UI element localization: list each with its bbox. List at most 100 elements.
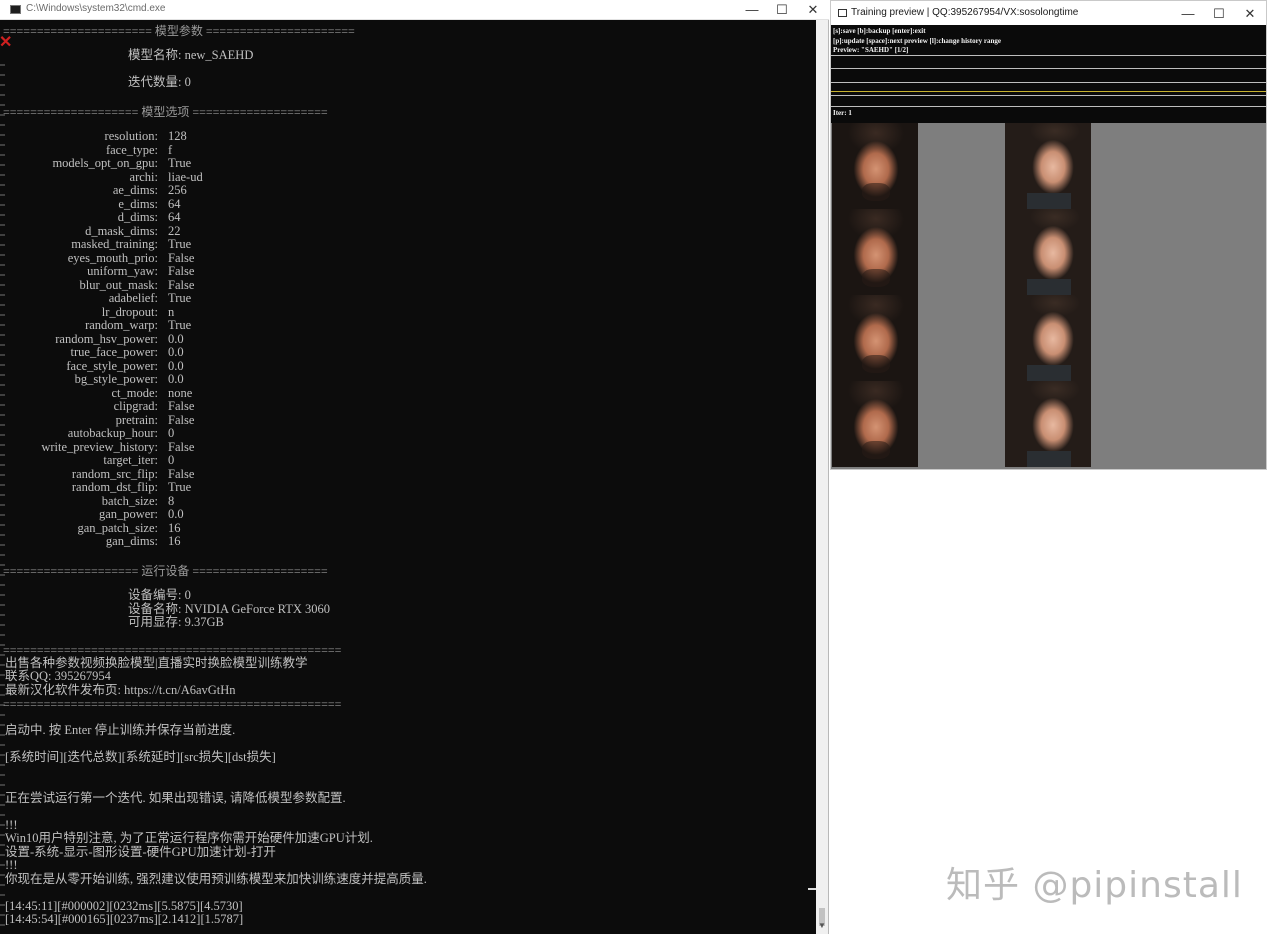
option-value: 8	[168, 493, 175, 508]
option-value: False	[168, 466, 195, 481]
option-key: write_preview_history:	[41, 439, 158, 454]
option-value: 64	[168, 210, 181, 224]
cmd-app-icon	[10, 5, 21, 14]
option-value: n	[168, 304, 175, 319]
option-value: 128	[168, 129, 187, 143]
option-value: False	[168, 399, 195, 413]
preview-window-title: Training preview | QQ:395267954/VX:sosol…	[851, 7, 1079, 18]
loss-graph-line	[831, 106, 1266, 107]
loss-graph-line	[831, 91, 1266, 92]
cmd-window-title: C:\Windows\system32\cmd.exe	[26, 3, 166, 14]
option-key: bg_style_power:	[74, 372, 158, 386]
option-value: 0.0	[168, 507, 184, 521]
src-face-image	[832, 123, 918, 209]
option-key: masked_training:	[71, 237, 158, 251]
zhihu-watermark: 知乎 @pipinstall	[946, 865, 1243, 906]
option-value: True	[168, 480, 192, 494]
option-key: uniform_yaw:	[87, 264, 158, 278]
maximize-button[interactable]: ☐	[767, 0, 797, 20]
loss-graph-line	[831, 68, 1266, 69]
option-key: d_dims:	[117, 210, 158, 224]
device-vram-line: 可用显存: 9.37GB	[128, 615, 224, 629]
separator-bottom: ========================================…	[3, 697, 342, 711]
option-value: 0.0	[168, 331, 184, 346]
option-value: True	[168, 156, 192, 170]
option-value: 0.0	[168, 345, 184, 359]
option-key: true_face_power:	[70, 345, 158, 359]
option-key: archi:	[129, 169, 158, 184]
first-iteration-line: 正在尝试运行第一个迭代. 如果出现错误, 请降低模型参数配置.	[5, 791, 346, 805]
option-key: gan_power:	[98, 507, 158, 521]
dst-face-image	[1005, 381, 1091, 467]
src-face-image	[832, 295, 918, 381]
src-face-image	[832, 381, 918, 467]
option-value: 16	[168, 520, 181, 535]
hud-preview-line: Preview: "SAEHD" [1/2]	[833, 46, 909, 54]
preview-hud: [s]:save [b]:backup [enter]:exit [p]:upd…	[831, 25, 1266, 123]
preview-faces-grid	[831, 123, 1266, 469]
option-key: resolution:	[104, 129, 158, 143]
option-key: e_dims:	[118, 196, 158, 211]
option-key: lr_dropout:	[101, 304, 158, 319]
log-columns-line: [系统时间][迭代总数][系统延时][src损失][dst损失]	[5, 750, 276, 764]
option-value: none	[168, 385, 193, 400]
close-button[interactable]: ✕	[798, 0, 828, 20]
device-index-line: 设备编号: 0	[128, 588, 191, 602]
dst-face-image	[1005, 295, 1091, 381]
option-value: 256	[168, 183, 187, 197]
console-output[interactable]: ✕ ====================== 模型参数 ==========…	[0, 20, 816, 934]
option-key: eyes_mouth_prio:	[67, 250, 158, 265]
settings-path-line: 设置-系统-显示-图形设置-硬件GPU加速计划-打开	[5, 845, 276, 859]
iterations-label: 迭代数量:	[128, 75, 185, 89]
option-key: random_warp:	[85, 318, 158, 332]
preview-minimize-button[interactable]: —	[1173, 3, 1203, 25]
log-line-2: [14:45:54][#000165][0237ms][2.1412][1.57…	[5, 912, 244, 926]
option-value: True	[168, 237, 192, 251]
preview-maximize-button[interactable]: ☐	[1204, 3, 1234, 25]
option-key: gan_patch_size:	[77, 520, 158, 535]
option-value: liae-ud	[168, 169, 203, 184]
option-key: gan_dims:	[105, 534, 158, 548]
preview-app-icon	[838, 9, 847, 17]
iterations-value: 0	[184, 75, 191, 89]
minimize-button[interactable]: —	[737, 0, 767, 20]
starting-line: 启动中. 按 Enter 停止训练并保存当前进度.	[5, 723, 236, 737]
warning-bang-2: !!!	[5, 858, 18, 872]
params-header: ====================== 模型参数 ============…	[3, 24, 355, 38]
vertical-scrollbar[interactable]: ▼	[816, 20, 828, 934]
option-key: adabelief:	[108, 291, 158, 305]
option-key: target_iter:	[103, 453, 158, 467]
win10-note-line: Win10用户特别注意, 为了正常运行程序你需开始硬件加速GPU计划.	[5, 831, 373, 845]
option-value: 0	[168, 426, 175, 440]
option-key: models_opt_on_gpu:	[52, 156, 158, 170]
option-value: 22	[168, 223, 181, 238]
option-key: batch_size:	[101, 493, 158, 508]
dst-face-image	[1005, 209, 1091, 295]
option-key: clipgrad:	[113, 399, 158, 413]
option-key: face_type:	[105, 142, 158, 157]
option-value: False	[168, 264, 195, 278]
option-value: 0.0	[168, 358, 184, 373]
option-key: blur_out_mask:	[79, 277, 158, 292]
cmd-titlebar[interactable]: C:\Windows\system32\cmd.exe — ☐ ✕	[0, 0, 829, 20]
scroll-down-arrow-icon[interactable]: ▼	[818, 921, 826, 930]
device-header: ==================== 运行设备 ==============…	[3, 564, 328, 578]
ad-line-3: 最新汉化软件发布页: https://t.cn/A6avGtHn	[5, 683, 236, 697]
cmd-window: C:\Windows\system32\cmd.exe — ☐ ✕ ✕ ====…	[0, 0, 829, 934]
option-value: 0.0	[168, 372, 184, 386]
loss-graph-line	[831, 55, 1266, 56]
option-value: False	[168, 439, 195, 454]
options-header: ==================== 模型选项 ==============…	[3, 105, 328, 119]
hud-keys-line-1: [s]:save [b]:backup [enter]:exit	[833, 27, 926, 35]
preview-titlebar[interactable]: Training preview | QQ:395267954/VX:sosol…	[831, 1, 1266, 25]
option-value: 0	[168, 453, 175, 467]
option-key: random_hsv_power:	[55, 331, 158, 346]
option-value: f	[168, 142, 173, 157]
scratch-note-line: 你现在是从零开始训练, 强烈建议使用预训练模型来加快训练速度并提高质量.	[5, 872, 427, 886]
option-value: 64	[168, 196, 181, 211]
option-value: 16	[168, 534, 181, 548]
model-name-label: 模型名称:	[128, 48, 185, 62]
ad-line-2: 联系QQ: 395267954	[5, 669, 111, 683]
preview-close-button[interactable]: ✕	[1235, 3, 1265, 25]
option-key: d_mask_dims:	[85, 223, 158, 238]
